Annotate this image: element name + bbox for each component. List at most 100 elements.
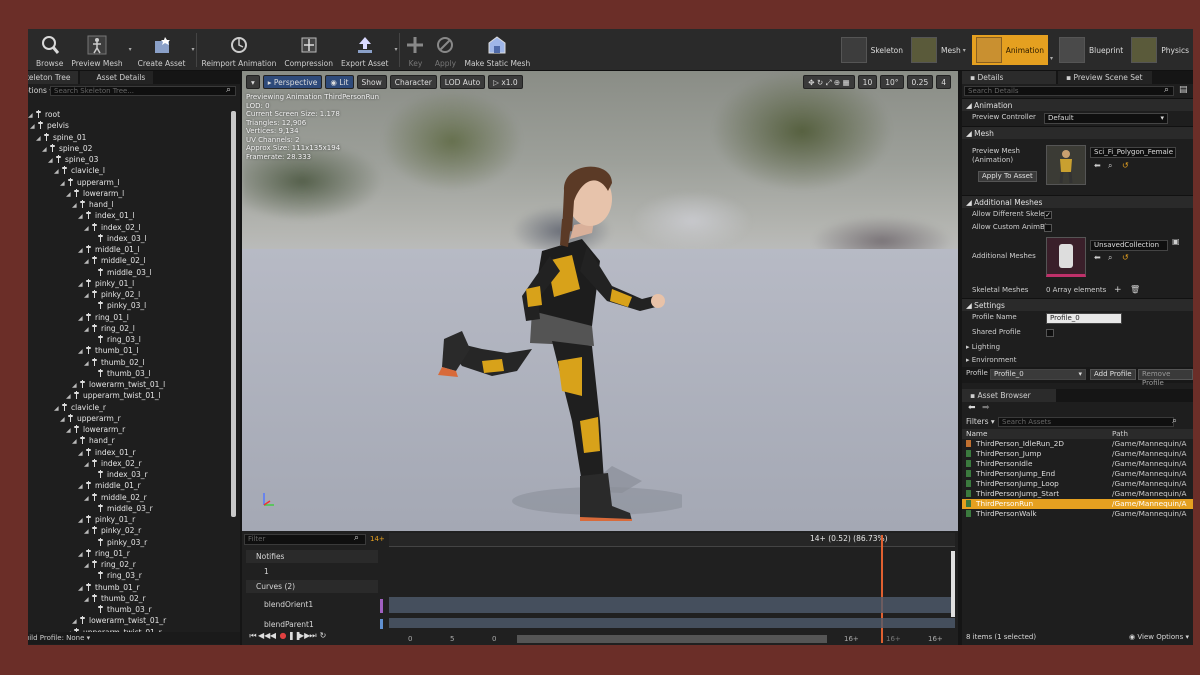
playback-speed-button[interactable]: ▷ x1.0 xyxy=(488,75,523,89)
show-button[interactable]: Show xyxy=(356,75,387,89)
build-profile-dropdown[interactable]: Build Profile: None ▾ xyxy=(28,632,240,644)
lit-button[interactable]: ◉ Lit xyxy=(325,75,354,89)
asset-row[interactable]: ThirdPersonJump_Start/Game/Mannequin/Ani xyxy=(962,489,1193,499)
save-icon[interactable]: ▣ xyxy=(1172,220,1180,264)
play-reverse-icon[interactable]: ◀ xyxy=(268,631,278,640)
view-list-icon[interactable]: ▤ xyxy=(1179,85,1188,95)
step-back-icon[interactable]: ◀◀ xyxy=(258,631,270,640)
bone-item[interactable]: ◢ lowerarm_r xyxy=(28,424,232,435)
bone-item[interactable]: index_03_l xyxy=(28,233,232,244)
bone-item[interactable]: ring_03_l xyxy=(28,334,232,345)
bone-item[interactable]: ◢ pinky_01_l xyxy=(28,278,232,289)
key-button[interactable]: Key xyxy=(400,29,430,71)
compression-button[interactable]: Compression xyxy=(280,29,337,71)
allow-custom-anim-checkbox[interactable] xyxy=(1044,224,1052,232)
timeline-filter-input[interactable]: Filter xyxy=(244,534,366,545)
profile-name-input[interactable]: Profile_0 xyxy=(1046,313,1122,324)
bone-item[interactable]: ◢ thumb_01_l xyxy=(28,345,232,356)
bone-item[interactable]: ◢ lowerarm_twist_01_l xyxy=(28,379,232,390)
bone-item[interactable]: pinky_03_r xyxy=(28,537,232,548)
bone-item[interactable]: ◢ index_01_r xyxy=(28,447,232,458)
bone-item[interactable]: ◢ hand_r xyxy=(28,435,232,446)
bone-item[interactable]: thumb_03_r xyxy=(28,604,232,615)
section-mesh[interactable]: ◢ Mesh xyxy=(962,126,1193,139)
arrow-left-icon[interactable]: ⬅ xyxy=(1094,161,1101,170)
search-icon[interactable]: ⌕ xyxy=(1172,416,1177,426)
bone-item[interactable]: ◢ pinky_02_r xyxy=(28,525,232,536)
browse-button[interactable]: Browse xyxy=(28,29,67,71)
additional-meshes-thumbnail[interactable] xyxy=(1046,237,1086,277)
curve-row-blendparent1[interactable]: blendParent1 xyxy=(246,618,378,631)
make-static-mesh-button[interactable]: Make Static Mesh xyxy=(460,29,534,71)
column-path[interactable]: Path xyxy=(1112,429,1187,439)
bone-item[interactable]: ◢ pinky_02_l xyxy=(28,289,232,300)
camera-speed-value[interactable]: 4 xyxy=(936,75,951,89)
view-options-button[interactable]: ◉ View Options ▾ xyxy=(1129,631,1189,643)
preview-mesh-thumbnail[interactable] xyxy=(1046,145,1086,185)
preview-controller-dropdown[interactable]: Default ▾ xyxy=(1044,113,1168,124)
bone-item[interactable]: middle_03_l xyxy=(28,267,232,278)
transport-controls[interactable]: ⏮◀◀◀ ● ❚❚▶▶⏭ ↻ xyxy=(248,631,328,641)
forward-arrow-icon[interactable]: ➡ xyxy=(982,403,990,413)
bone-item[interactable]: ◢ pelvis xyxy=(28,120,232,131)
bone-item[interactable]: ◢ middle_02_l xyxy=(28,255,232,266)
asset-row[interactable]: ThirdPerson_IdleRun_2D/Game/Mannequin/An… xyxy=(962,439,1193,449)
lod-auto-button[interactable]: LOD Auto xyxy=(439,75,486,89)
pause-icon[interactable]: ❚❚ xyxy=(288,631,301,640)
asset-row[interactable]: ThirdPersonJump_End/Game/Mannequin/Ani xyxy=(962,469,1193,479)
curve-track-bar[interactable] xyxy=(389,597,955,613)
apply-button[interactable]: Apply xyxy=(430,29,460,71)
create-asset-button[interactable]: Create Asset xyxy=(134,29,190,71)
asset-row[interactable]: ThirdPerson_Jump/Game/Mannequin/Ani xyxy=(962,449,1193,459)
reimport-animation-button[interactable]: Reimport Animation xyxy=(197,29,280,71)
arrow-left-icon[interactable]: ⬅ xyxy=(1094,236,1101,280)
environment-row[interactable]: ▸ Environment xyxy=(962,354,1193,367)
curve-track-bar[interactable] xyxy=(389,618,955,628)
apply-to-asset-button[interactable]: Apply To Asset xyxy=(978,171,1037,182)
details-search-input[interactable]: Search Details xyxy=(964,86,1174,96)
scrollbar[interactable] xyxy=(231,111,236,517)
chevron-down-icon[interactable]: ▾ xyxy=(129,46,132,53)
bone-item[interactable]: ◢ middle_01_r xyxy=(28,480,232,491)
search-icon[interactable]: ⌕ xyxy=(1108,161,1112,170)
step-forward-icon[interactable]: ▶▶ xyxy=(298,631,310,640)
transform-tools[interactable]: ✥ ↻ ⤢ ⊕ ▦ xyxy=(803,75,855,89)
bone-item[interactable]: ◢ middle_02_r xyxy=(28,492,232,503)
bone-item[interactable]: ◢ lowerarm_twist_01_r xyxy=(28,615,232,626)
skip-end-icon[interactable]: ⏭ xyxy=(308,631,318,641)
bone-item[interactable]: ◢ index_02_l xyxy=(28,222,232,233)
bone-item[interactable]: ◢ upperarm_r xyxy=(28,413,232,424)
asset-row[interactable]: ThirdPersonIdle/Game/Mannequin/Ani xyxy=(962,459,1193,469)
profile-dropdown[interactable]: Profile_0 ▾ xyxy=(990,369,1086,380)
timeline-range-bar[interactable] xyxy=(517,635,827,643)
viewport-options-button[interactable]: ▾ xyxy=(246,75,260,89)
bone-item[interactable]: ◢ ring_01_r xyxy=(28,548,232,559)
mode-blueprint[interactable]: Blueprint xyxy=(1055,35,1127,65)
column-name[interactable]: Name xyxy=(962,429,1112,439)
search-icon[interactable]: ⌕ xyxy=(226,85,231,95)
loop-icon[interactable]: ↻ xyxy=(318,631,328,640)
search-icon[interactable]: ⌕ xyxy=(354,533,359,543)
asset-row[interactable]: ThirdPersonJump_Loop/Game/Mannequin/Ani xyxy=(962,479,1193,489)
record-icon[interactable]: ● xyxy=(278,631,288,640)
bone-item[interactable]: ◢ thumb_01_r xyxy=(28,582,232,593)
asset-row[interactable]: ThirdPersonRun/Game/Mannequin/Ani xyxy=(962,499,1193,509)
mode-animation[interactable]: Animation xyxy=(971,35,1049,65)
curves-track-header[interactable]: Curves (2) xyxy=(246,580,378,593)
search-icon[interactable]: ⌕ xyxy=(1108,236,1112,280)
bone-item[interactable]: ◢ index_01_l xyxy=(28,210,232,221)
tab-asset-details[interactable]: Asset Details xyxy=(80,71,154,84)
rotation-snap-value[interactable]: 10° xyxy=(880,75,904,89)
shared-profile-checkbox[interactable] xyxy=(1046,329,1054,337)
allow-diff-skel-checkbox[interactable]: ✓ xyxy=(1044,211,1052,219)
bone-item[interactable]: ◢ root xyxy=(28,109,232,120)
bone-item[interactable]: ◢ middle_01_l xyxy=(28,244,232,255)
add-profile-button[interactable]: Add Profile xyxy=(1090,369,1136,380)
search-icon[interactable]: ⌕ xyxy=(1164,85,1169,95)
bone-item[interactable]: ◢ lowerarm_l xyxy=(28,188,232,199)
lighting-row[interactable]: ▸ Lighting xyxy=(962,341,1193,354)
notifies-track-header[interactable]: Notifies xyxy=(246,550,378,563)
preview-mesh-button[interactable]: Preview Mesh xyxy=(67,29,126,71)
asset-row[interactable]: ThirdPersonWalk/Game/Mannequin/Ani xyxy=(962,509,1193,519)
asset-search-input[interactable]: Search Assets xyxy=(998,417,1174,427)
